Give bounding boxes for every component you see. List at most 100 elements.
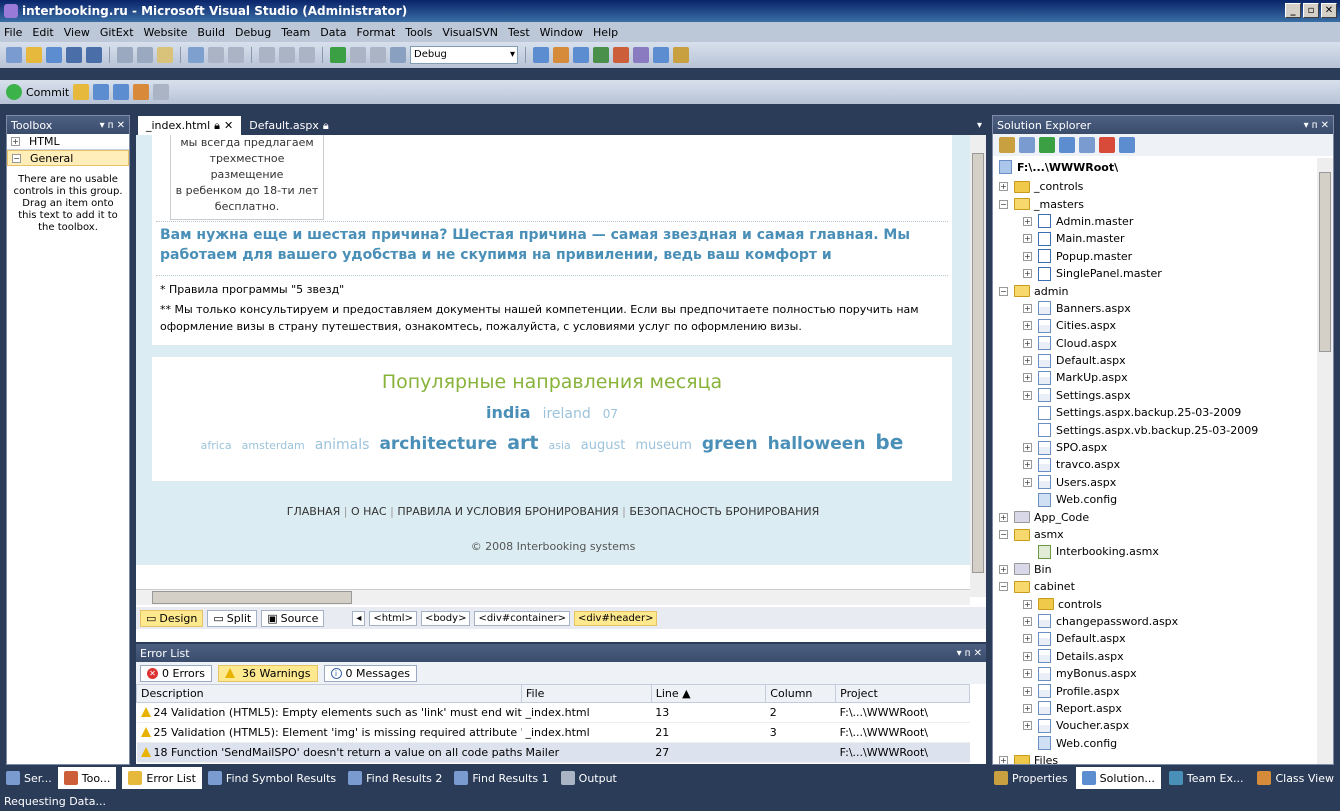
tag-link[interactable]: asia [548,439,570,452]
tag-link[interactable]: halloween [768,434,866,454]
warnings-filter-button[interactable]: 36 Warnings [218,664,318,682]
tree-item[interactable]: + Default.aspx [993,352,1319,369]
menu-tools[interactable]: Tools [405,26,432,39]
tab-default-aspx[interactable]: Default.aspx 🔒︎ [241,116,337,135]
git-pull-icon[interactable] [93,84,110,100]
pause-icon[interactable] [350,47,366,63]
team-explorer-tab[interactable]: Team Ex... [1163,767,1250,789]
comment-icon[interactable] [208,47,224,63]
tab-list-icon[interactable]: ▾ [977,120,982,131]
tree-item[interactable]: + SinglePanel.master [993,265,1319,282]
tab-index-html[interactable]: _index.html 🔒︎ ✕ [138,116,242,135]
column-header[interactable]: Column [765,684,837,703]
git-branch-icon[interactable] [133,84,150,100]
tree-item[interactable]: + Voucher.aspx [993,717,1319,734]
tree-item[interactable]: Interbooking.asmx [993,543,1319,560]
tree-item[interactable]: + Default.aspx [993,630,1319,647]
tree-item[interactable]: + travco.aspx [993,456,1319,473]
solution-explorer-pin-controls[interactable]: ▾ ᴨ ✕ [1304,120,1329,131]
properties-tab[interactable]: Properties [988,767,1074,789]
breadcrumb-header[interactable]: <div#header> [574,610,658,626]
commit-button[interactable]: Commit [26,86,69,99]
table-row[interactable]: 18 Function 'SendMailSPO' doesn't return… [136,742,970,763]
tag-link[interactable]: be [875,430,903,454]
properties-icon[interactable] [999,137,1015,153]
menu-visualsvn[interactable]: VisualSVN [442,26,498,39]
split-view-button[interactable]: ▭ Split [207,609,258,627]
tree-item[interactable]: + Files [993,752,1319,764]
menu-data[interactable]: Data [320,26,346,39]
tree-item[interactable]: + changepassword.aspx [993,613,1319,630]
expand-icon[interactable]: + [1023,269,1032,279]
properties-icon[interactable] [573,47,589,63]
start-debugging-icon[interactable] [330,47,346,63]
breadcrumb-container[interactable]: <div#container> [474,610,571,626]
open-file-icon[interactable] [26,47,42,63]
menu-view[interactable]: View [64,26,90,39]
tree-item[interactable]: + Main.master [993,230,1319,247]
scroll-thumb[interactable] [972,153,984,573]
tree-item[interactable]: + Cloud.aspx [993,335,1319,352]
breadcrumb-back[interactable]: ◂ [352,610,366,626]
messages-filter-button[interactable]: i0 Messages [323,664,417,682]
expand-icon[interactable]: + [1023,686,1032,696]
tree-item[interactable]: + Settings.aspx [993,387,1319,404]
step-icon[interactable] [390,47,406,63]
menu-file[interactable]: File [4,26,22,39]
toolbox-group-general[interactable]: − General [7,150,129,166]
expand-icon[interactable]: + [1023,234,1032,244]
git-browse-icon[interactable] [73,84,90,100]
maximize-button[interactable]: ▫ [1303,3,1319,18]
expand-icon[interactable]: + [1023,251,1032,261]
expand-icon[interactable]: + [999,512,1008,522]
menu-website[interactable]: Website [144,26,188,39]
collapse-icon[interactable]: − [999,199,1008,209]
toolbox-tab[interactable]: Too... [57,767,117,789]
solution-root[interactable]: F:\...\WWWRoot\ [999,160,1118,174]
collapse-icon[interactable]: − [999,286,1008,296]
expand-icon[interactable]: + [1023,599,1032,609]
expand-icon[interactable]: + [1023,390,1032,400]
source-view-button[interactable]: ▣ Source [261,609,325,627]
find-results-2-tab[interactable]: Find Results 2 [342,767,448,789]
table-row[interactable]: 24 Validation (HTML5): Empty elements su… [136,702,970,723]
nav-link[interactable]: ГЛАВНАЯ [287,505,341,518]
save-all-icon[interactable] [86,47,102,63]
extension-icon[interactable] [673,47,689,63]
find-symbol-results-tab[interactable]: Find Symbol Results [202,767,342,789]
tree-item[interactable]: + App_Code [993,508,1319,525]
redo-icon[interactable] [279,47,295,63]
menu-window[interactable]: Window [540,26,583,39]
tree-item[interactable]: + MarkUp.aspx [993,369,1319,386]
tag-link[interactable]: africa [201,439,232,452]
find-results-1-tab[interactable]: Find Results 1 [448,767,554,789]
editor-vertical-scrollbar[interactable] [970,135,986,597]
navigate-icon[interactable] [299,47,315,63]
tree-item[interactable]: Web.config [993,735,1319,752]
minimize-button[interactable]: _ [1285,3,1301,18]
menu-help[interactable]: Help [593,26,618,39]
output-tab[interactable]: Output [555,767,623,789]
commit-icon[interactable] [6,84,22,100]
expand-icon[interactable]: + [1023,373,1032,383]
column-header[interactable]: Description [136,684,522,703]
tag-link[interactable]: museum [635,438,692,453]
tree-item[interactable]: Settings.aspx.backup.25-03-2009 [993,404,1319,421]
menu-test[interactable]: Test [508,26,530,39]
tree-item[interactable]: − asmx [993,526,1319,543]
close-tab-icon[interactable]: ✕ [224,119,233,132]
collapse-icon[interactable]: − [999,582,1008,592]
collapse-icon[interactable]: − [12,153,21,163]
expand-icon[interactable]: + [999,182,1008,192]
tag-link[interactable]: animals [315,437,370,453]
nest-related-icon[interactable] [1059,137,1075,153]
scroll-thumb[interactable] [1319,172,1331,352]
tree-item[interactable]: + Popup.master [993,248,1319,265]
find-in-files-icon[interactable] [533,47,549,63]
design-surface[interactable]: мы всегда предлагаем трехместное размещен… [136,135,970,597]
web-tools-icon[interactable] [1099,137,1115,153]
collapse-icon[interactable]: − [999,530,1008,539]
view-designer-icon[interactable] [1079,137,1095,153]
tag-link[interactable]: india [486,403,531,422]
tag-link[interactable]: 07 [603,407,618,421]
